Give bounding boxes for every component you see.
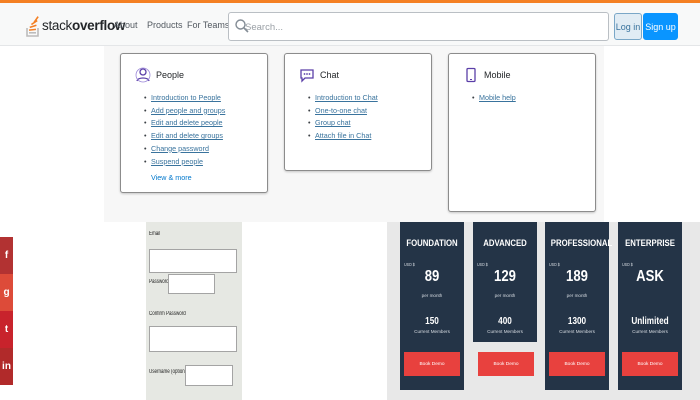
plan-period: per month [566, 293, 588, 298]
chat-icon [300, 69, 314, 83]
twitter-icon[interactable]: t [0, 311, 13, 348]
link-suspend-people[interactable]: Suspend people [144, 156, 225, 169]
plan-members: 150 [425, 316, 439, 327]
book-demo-button[interactable]: Book Demo [404, 352, 460, 376]
mobile-card: Mobile Mobile help [448, 53, 596, 212]
book-demo-button[interactable]: Book Demo [622, 352, 678, 376]
nav-about[interactable]: About [114, 20, 138, 30]
mobile-card-title: Mobile [484, 70, 511, 80]
email-field[interactable] [149, 249, 237, 273]
logo-text: stackoverflow [42, 17, 126, 33]
plan-members-label: Current Members [487, 329, 523, 334]
plan-members-label: Current Members [559, 329, 595, 334]
plan-members-label: Current Members [632, 329, 668, 334]
plan-professional: PROFESSIONAL USD $ 189 per month 1300 Cu… [545, 222, 613, 390]
plan-price: 129 [494, 268, 516, 285]
plan-currency: USD $ [477, 262, 488, 267]
username-field[interactable] [185, 365, 233, 386]
people-links: Introduction to People Add people and gr… [144, 92, 225, 169]
link-group-chat[interactable]: Group chat [308, 117, 378, 130]
mobile-card-header: Mobile [463, 67, 511, 83]
link-mobile-help[interactable]: Mobile help [472, 92, 516, 105]
plan-members-label: Current Members [414, 329, 450, 334]
plan-currency: USD $ [549, 262, 560, 267]
stack-logo-icon [26, 16, 39, 37]
chat-card-title: Chat [320, 70, 340, 80]
chat-links: Introduction to Chat One-to-one chat Gro… [308, 92, 378, 143]
link-introduction-to-chat[interactable]: Introduction to Chat [308, 92, 378, 105]
link-change-password[interactable]: Change password [144, 143, 225, 156]
plan-currency: USD $ [404, 262, 415, 267]
plan-members: Unlimited [631, 316, 669, 327]
username-label: Username (optional) [149, 369, 190, 375]
top-bar: stackoverflow About Products For Teams L… [0, 0, 700, 46]
password-field[interactable] [168, 274, 215, 294]
people-card: People Introduction to People Add people… [120, 53, 268, 193]
nav-products[interactable]: Products [147, 20, 183, 30]
linkedin-icon[interactable]: in [0, 348, 13, 385]
plan-advanced: ADVANCED USD $ 129 per month 400 Current… [473, 222, 537, 342]
plan-period: per month [494, 293, 516, 298]
people-icon [135, 67, 151, 83]
plan-period: per month [421, 293, 443, 298]
plan-members: 1300 [567, 316, 587, 327]
confirm-password-label: Confirm Password [149, 311, 186, 317]
help-panel-extension [604, 46, 700, 222]
link-one-to-one-chat[interactable]: One-to-one chat [308, 105, 378, 118]
people-card-header: People [135, 67, 184, 83]
link-edit-and-delete-people[interactable]: Edit and delete people [144, 117, 225, 130]
mobile-icon [466, 67, 476, 83]
plan-enterprise: ENTERPRISE USD $ ASK Unlimited Current M… [618, 222, 682, 390]
chat-card-header: Chat [299, 67, 339, 83]
link-attach-file-in-chat[interactable]: Attach file in Chat [308, 130, 378, 143]
plan-price: 189 [566, 268, 588, 285]
plan-members: 400 [498, 316, 512, 327]
search-input[interactable] [245, 19, 595, 35]
signup-button[interactable]: Sign up [643, 13, 678, 40]
people-card-title: People [156, 70, 185, 80]
book-demo-button[interactable]: Book Demo [549, 352, 605, 376]
email-label: Email [149, 231, 161, 237]
chat-card: Chat Introduction to Chat One-to-one cha… [284, 53, 432, 171]
password-label: Password [149, 279, 169, 285]
confirm-password-field[interactable] [149, 326, 237, 352]
plan-name: ADVANCED [483, 238, 527, 249]
plan-price: 89 [424, 268, 440, 285]
google-plus-icon[interactable]: g [0, 274, 13, 311]
plan-currency: USD $ [622, 262, 633, 267]
plan-name: FOUNDATION [406, 238, 458, 249]
search-box[interactable] [228, 12, 609, 41]
plan-name: ENTERPRISE [625, 238, 675, 249]
stackoverflow-logo[interactable]: stackoverflow [26, 11, 125, 39]
facebook-icon[interactable]: f [0, 237, 13, 274]
signup-form: Email Password Confirm Password Username… [146, 222, 242, 400]
mobile-links: Mobile help [472, 92, 516, 105]
link-edit-and-delete-groups[interactable]: Edit and delete groups [144, 130, 225, 143]
page: stackoverflow About Products For Teams L… [0, 0, 700, 400]
view-more-link[interactable]: View & more [151, 173, 192, 182]
link-add-people-and-groups[interactable]: Add people and groups [144, 105, 225, 118]
plan-price: ASK [636, 268, 664, 285]
login-button[interactable]: Log in [614, 13, 642, 40]
plan-name: PROFESSIONAL [550, 238, 613, 249]
plan-foundation: FOUNDATION USD $ 89 per month 150 Curren… [400, 222, 464, 390]
link-introduction-to-people[interactable]: Introduction to People [144, 92, 225, 105]
nav-for-teams[interactable]: For Teams [187, 20, 229, 30]
book-demo-button[interactable]: Book Demo [478, 352, 534, 376]
